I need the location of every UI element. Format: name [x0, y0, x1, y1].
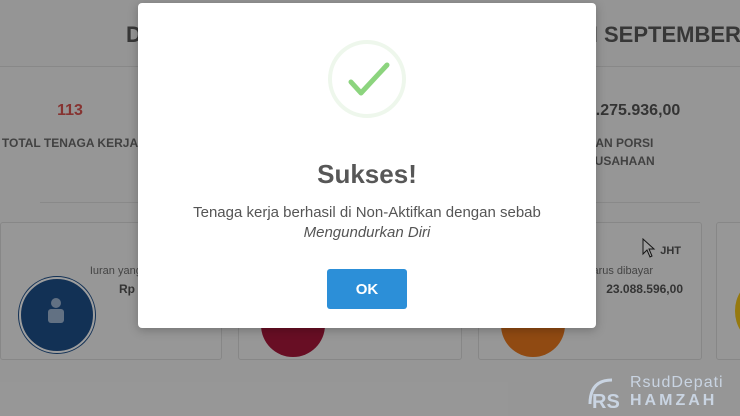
- dialog-title: Sukses!: [317, 159, 417, 189]
- svg-text:RS: RS: [592, 391, 620, 412]
- watermark: RS RsudDepati HAMZAH: [586, 372, 736, 414]
- dialog-message: Tenaga kerja berhasil di Non-Aktifkan de…: [138, 203, 596, 243]
- watermark-line1: RsudDepati: [630, 374, 724, 391]
- success-dialog: Sukses! Tenaga kerja berhasil di Non-Akt…: [138, 3, 596, 328]
- dialog-message-reason: Mengundurkan Diri: [303, 224, 431, 241]
- watermark-line2: HAMZAH: [630, 392, 718, 409]
- dialog-message-line1: Tenaga kerja berhasil di Non-Aktifkan de…: [193, 204, 541, 221]
- ok-button[interactable]: OK: [327, 269, 407, 309]
- success-check-icon: [328, 40, 406, 118]
- watermark-logo-icon: RS: [588, 378, 620, 412]
